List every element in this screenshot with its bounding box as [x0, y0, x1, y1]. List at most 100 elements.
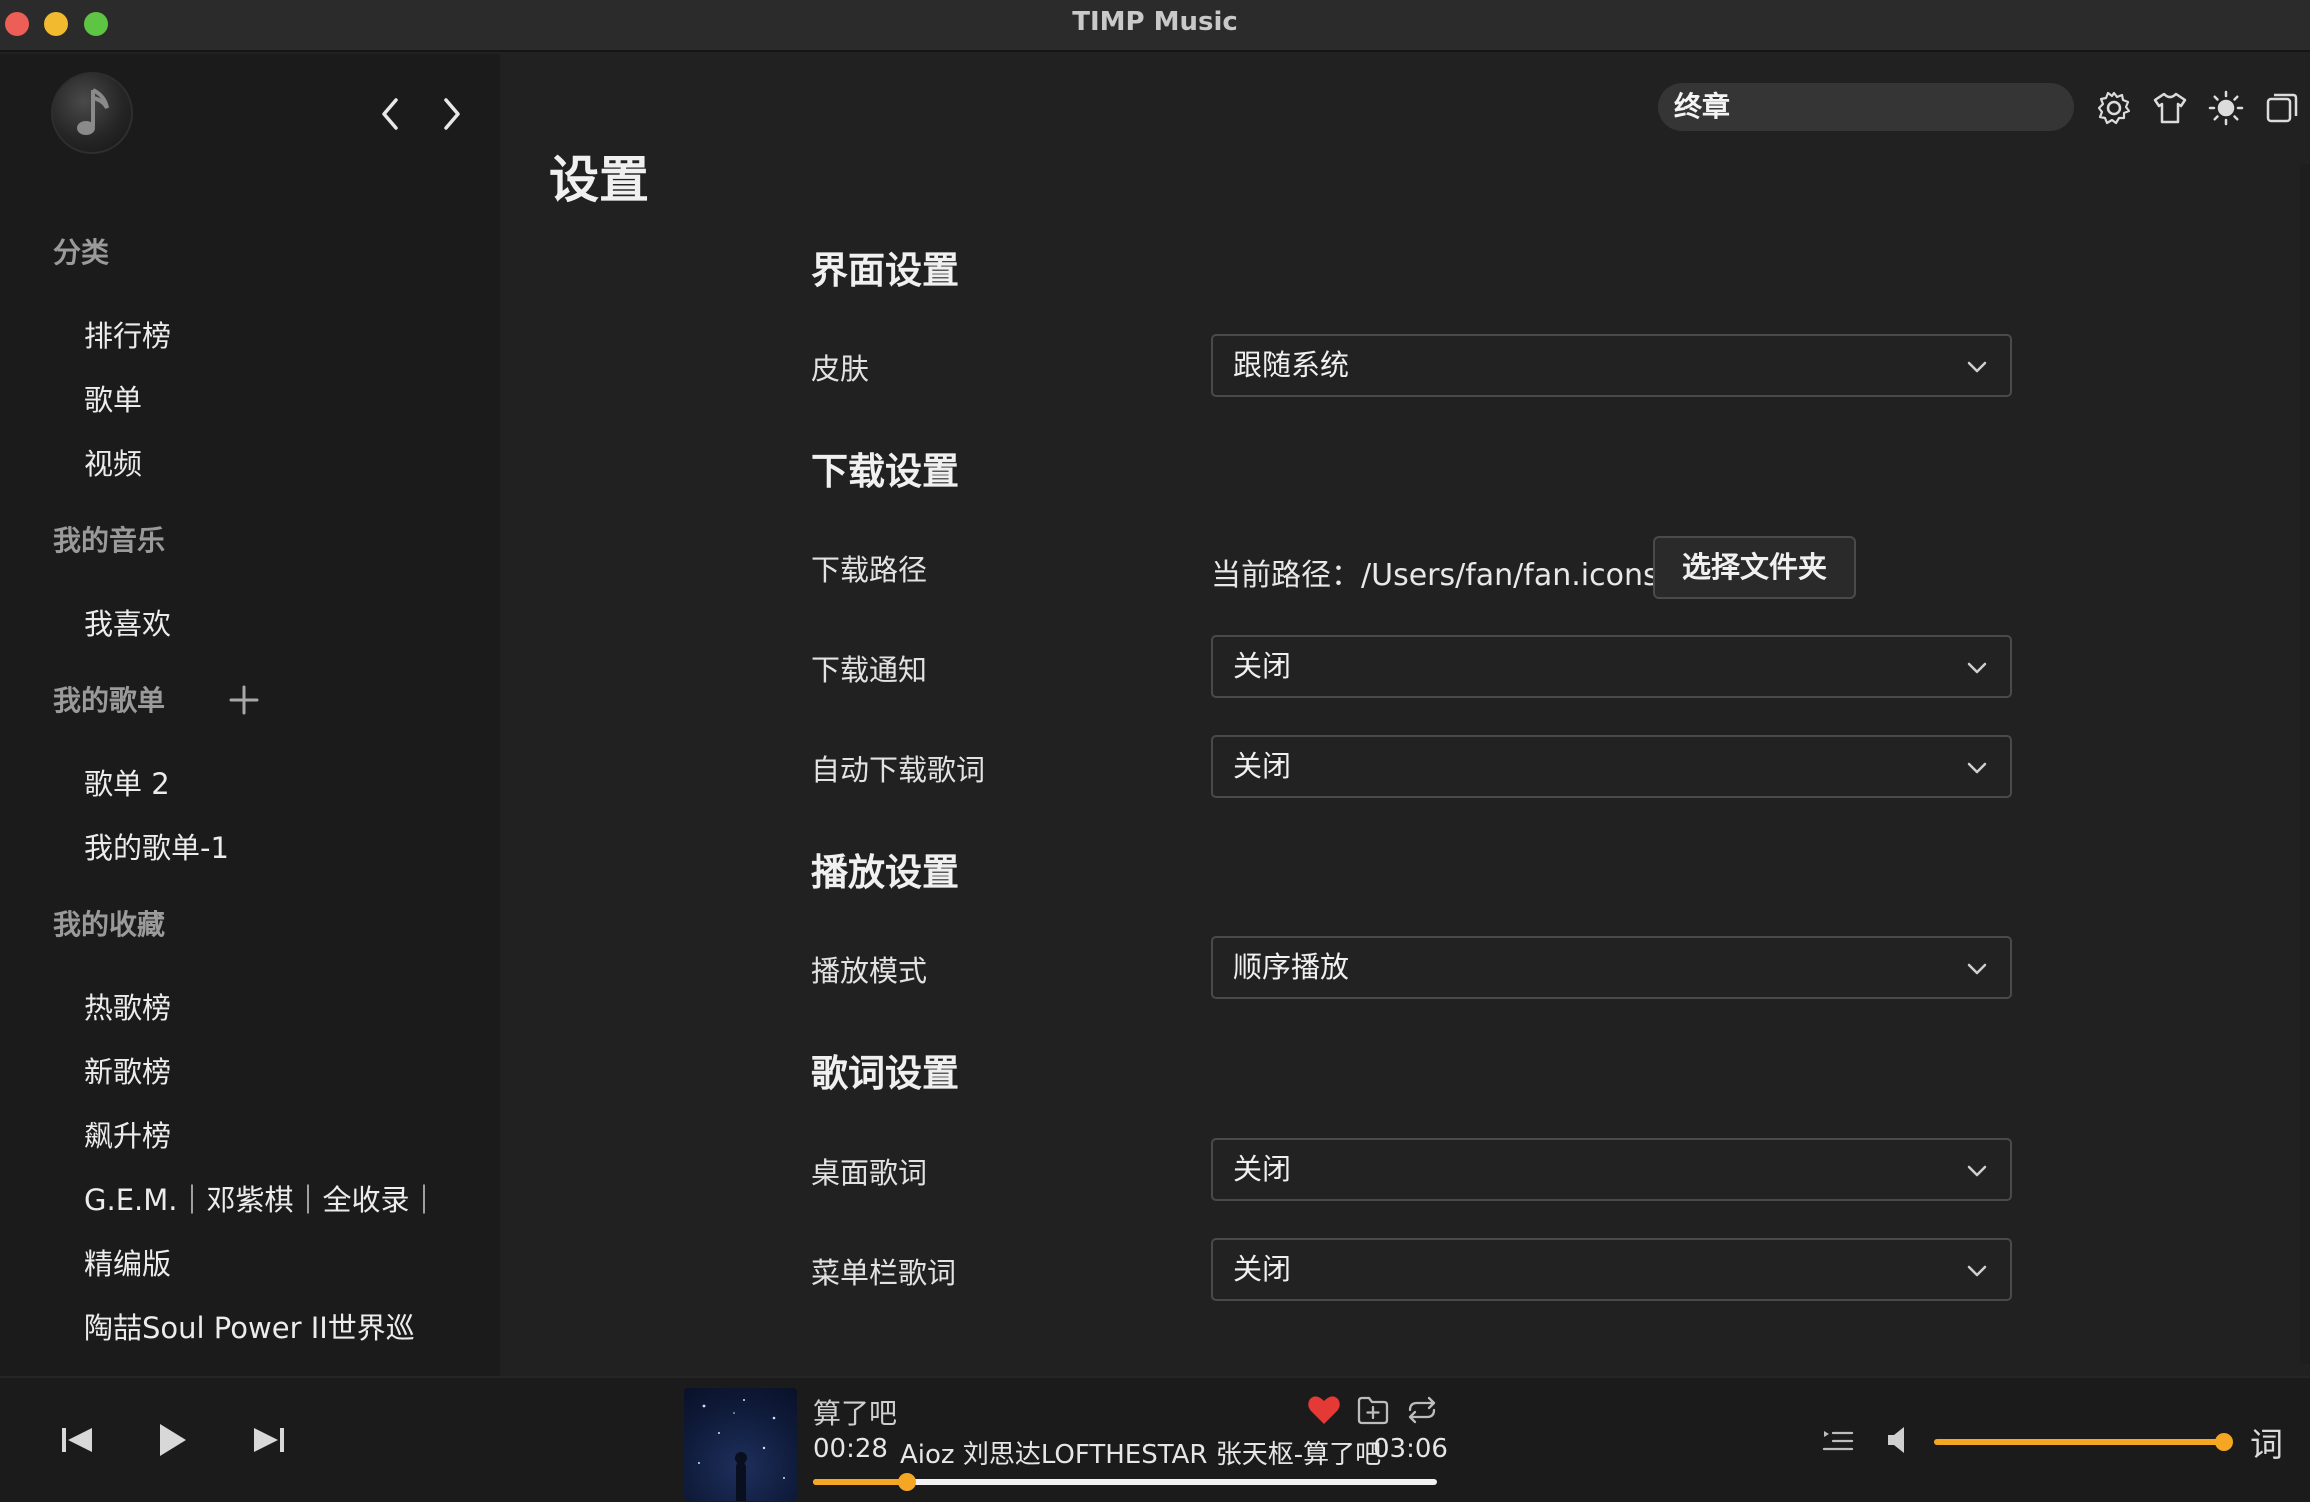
settings-page: 设置 界面设置 皮肤 跟随系统 下载设置 下载路径 当前路径：/U — [500, 54, 2310, 1376]
section-title-my-playlists: 我的歌单 — [53, 684, 166, 717]
skip-next-icon — [254, 1428, 284, 1452]
play-button[interactable] — [150, 1418, 194, 1462]
scrollbar[interactable] — [2300, 164, 2310, 1364]
sidebar-item-my-playlist-1[interactable]: 我的歌单-1 — [84, 825, 229, 867]
playlist-queue-button[interactable] — [1820, 1422, 1856, 1458]
sidebar-item-rising[interactable]: 飙升榜 — [84, 1113, 171, 1155]
download-notify-select[interactable]: 关闭 — [1211, 635, 2012, 698]
download-path-value: 当前路径：/Users/fan/fan.iconset — [1211, 558, 1689, 593]
heart-icon — [1308, 1396, 1340, 1424]
total-time: 03:06 — [1373, 1434, 1448, 1464]
music-note-icon — [77, 88, 109, 135]
play-icon — [160, 1424, 186, 1456]
sidebar-item-videos[interactable]: 视频 — [84, 441, 142, 483]
progress-fill — [813, 1479, 907, 1485]
album-cover[interactable] — [684, 1388, 797, 1501]
auto-lyrics-value: 关闭 — [1233, 749, 1292, 783]
window-title: TIMP Music — [1072, 7, 1238, 37]
chevron-down-icon — [1967, 1165, 1987, 1177]
skip-previous-icon — [62, 1428, 92, 1452]
track-title: 算了吧 — [813, 1397, 898, 1430]
skin-select[interactable]: 跟随系统 — [1211, 334, 2012, 397]
progress-bar[interactable] — [813, 1473, 1437, 1491]
previous-button[interactable] — [56, 1418, 100, 1462]
progress-handle[interactable] — [897, 1473, 916, 1491]
desktop-lyrics-label: 桌面歌词 — [811, 1156, 928, 1190]
album-art-image — [698, 1399, 785, 1501]
settings-button[interactable] — [2096, 90, 2132, 126]
sidebar-item-charts[interactable]: 排行榜 — [84, 313, 171, 355]
volume-slider[interactable] — [1934, 1433, 2233, 1451]
skin-label: 皮肤 — [811, 352, 870, 386]
mute-button[interactable] — [1882, 1422, 1918, 1458]
track-artist: Aioz 刘思达LOFTHESTAR 张天枢-算了吧 — [900, 1440, 1382, 1470]
skin-button[interactable] — [2152, 90, 2188, 126]
volume-handle[interactable] — [2215, 1433, 2233, 1451]
next-button[interactable] — [246, 1418, 290, 1462]
back-button[interactable] — [372, 92, 408, 136]
section-title-my-music: 我的音乐 — [53, 524, 166, 557]
page-title: 设置 — [549, 151, 649, 209]
sidebar-item-favorites[interactable]: 我喜欢 — [84, 601, 171, 643]
sidebar-item-playlist-2[interactable]: 歌单 2 — [84, 761, 170, 803]
add-to-playlist-button[interactable] — [1355, 1392, 1391, 1428]
shirt-icon — [2153, 92, 2187, 124]
skin-select-value: 跟随系统 — [1233, 348, 1350, 382]
play-mode-label: 播放模式 — [811, 954, 928, 988]
player-bar: 算了吧 00:28 Aioz 刘思达LOFTHESTAR 张天枢-算了吧 03:… — [0, 1376, 2310, 1502]
sidebar-item-gem-collection[interactable]: G.E.M.｜邓紫棋｜全收录｜ — [84, 1177, 438, 1219]
menubar-lyrics-value: 关闭 — [1233, 1252, 1292, 1286]
window-icon — [2266, 93, 2298, 123]
download-settings-title: 下载设置 — [811, 450, 959, 493]
add-playlist-button[interactable] — [228, 684, 260, 716]
mini-window-button[interactable] — [2264, 90, 2300, 126]
play-mode-value: 顺序播放 — [1233, 950, 1350, 984]
menubar-lyrics-select[interactable]: 关闭 — [1211, 1238, 2012, 1301]
sidebar-item-edited[interactable]: 精编版 — [84, 1241, 171, 1283]
lyrics-toggle-button[interactable]: 词 — [2250, 1418, 2283, 1466]
chevron-down-icon — [1967, 361, 1987, 373]
queue-list-icon — [1822, 1431, 1854, 1451]
chevron-right-icon — [444, 98, 460, 130]
chevron-down-icon — [1967, 762, 1987, 774]
interface-settings-title: 界面设置 — [811, 249, 959, 292]
title-bar: TIMP Music — [0, 0, 2310, 52]
folder-add-icon — [1357, 1396, 1389, 1425]
sidebar-item-hot-songs[interactable]: 热歌榜 — [84, 985, 171, 1027]
forward-button[interactable] — [434, 92, 470, 136]
volume-fill — [1934, 1439, 2224, 1445]
lyrics-settings-title: 歌词设置 — [811, 1052, 959, 1095]
sidebar-item-playlists[interactable]: 歌单 — [84, 377, 142, 419]
repeat-icon — [1408, 1396, 1436, 1424]
sidebar: 分类 排行榜 歌单 视频 我的音乐 我喜欢 我的歌单 歌单 2 我的歌单-1 我… — [0, 54, 500, 1376]
sidebar-item-soul-power[interactable]: 陶喆Soul Power II世界巡 — [84, 1305, 415, 1347]
current-time: 00:28 — [813, 1434, 888, 1464]
sidebar-item-new-songs[interactable]: 新歌榜 — [84, 1049, 171, 1091]
desktop-lyrics-value: 关闭 — [1233, 1152, 1292, 1186]
chevron-down-icon — [1967, 963, 1987, 975]
auto-lyrics-label: 自动下载歌词 — [811, 753, 986, 787]
avatar[interactable] — [51, 72, 133, 154]
desktop-lyrics-select[interactable]: 关闭 — [1211, 1138, 2012, 1201]
play-mode-select[interactable]: 顺序播放 — [1211, 936, 2012, 999]
like-button[interactable] — [1306, 1392, 1342, 1428]
plus-icon — [229, 685, 259, 715]
chevron-left-icon — [382, 98, 398, 130]
settings-icon — [2097, 91, 2131, 125]
section-title-collections: 我的收藏 — [53, 908, 166, 941]
sun-icon — [2208, 90, 2244, 126]
download-path-label: 下载路径 — [811, 553, 928, 587]
download-notify-label: 下载通知 — [811, 653, 928, 687]
menubar-lyrics-label: 菜单栏歌词 — [811, 1256, 957, 1290]
chevron-down-icon — [1967, 662, 1987, 674]
volume-icon — [1888, 1427, 1904, 1453]
section-title-category: 分类 — [53, 236, 110, 269]
theme-toggle-button[interactable] — [2208, 90, 2244, 126]
download-notify-value: 关闭 — [1233, 649, 1292, 683]
auto-lyrics-select[interactable]: 关闭 — [1211, 735, 2012, 798]
repeat-button[interactable] — [1404, 1392, 1440, 1428]
playback-settings-title: 播放设置 — [811, 851, 959, 894]
search-input[interactable] — [1658, 83, 2074, 131]
choose-folder-button[interactable]: 选择文件夹 — [1653, 536, 1856, 599]
chevron-down-icon — [1967, 1265, 1987, 1277]
